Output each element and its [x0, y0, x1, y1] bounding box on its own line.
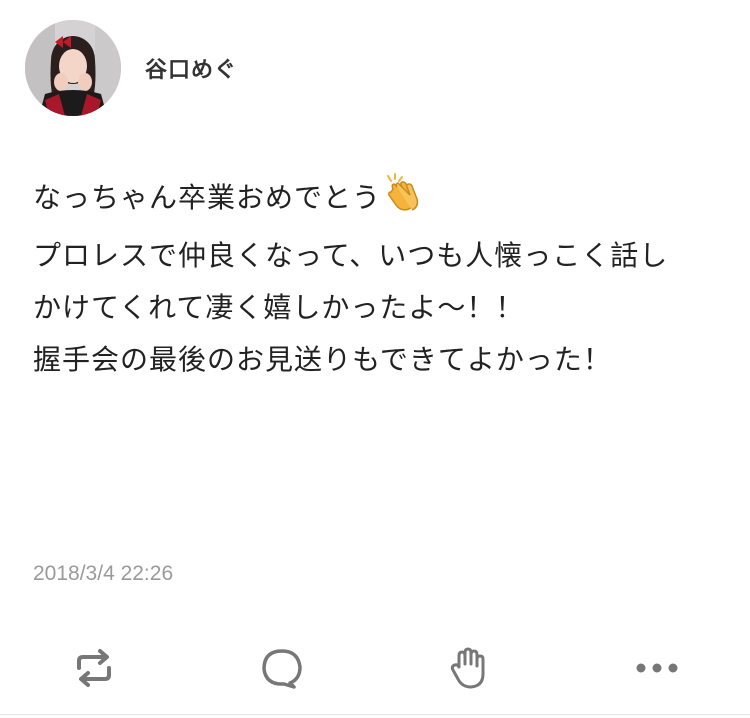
clap-button[interactable]	[446, 646, 494, 690]
post-line: なっちゃん卒業おめでとう	[33, 172, 723, 230]
post-body: なっちゃん卒業おめでとう プロレスで仲良くなって、いつも人懐っこく話し かけてく…	[33, 172, 723, 386]
comment-button[interactable]	[258, 646, 306, 690]
comment-icon	[262, 649, 302, 689]
more-button[interactable]	[633, 646, 681, 690]
post-timestamp: 2018/3/4 22:26	[33, 562, 174, 585]
avatar-photo	[25, 20, 121, 116]
bottom-divider	[0, 714, 750, 715]
post-line: 握手会の最後のお見送りもできてよかった！	[33, 343, 612, 376]
post-line-text: なっちゃん卒業おめでとう	[33, 181, 382, 214]
post-line: かけてくれて凄く嬉しかったよ〜！！	[33, 291, 525, 324]
clap-icon	[450, 647, 485, 689]
action-bar	[0, 640, 750, 696]
author-name[interactable]: 谷口めぐ	[145, 52, 237, 84]
clapping-hands-icon	[383, 173, 423, 230]
post-line: プロレスで仲良くなって、いつも人懐っこく話し	[33, 239, 669, 272]
avatar[interactable]	[25, 20, 121, 116]
repost-button[interactable]	[70, 646, 118, 690]
more-icon	[636, 663, 678, 673]
repost-icon	[77, 649, 111, 687]
post-header: 谷口めぐ	[25, 20, 237, 116]
